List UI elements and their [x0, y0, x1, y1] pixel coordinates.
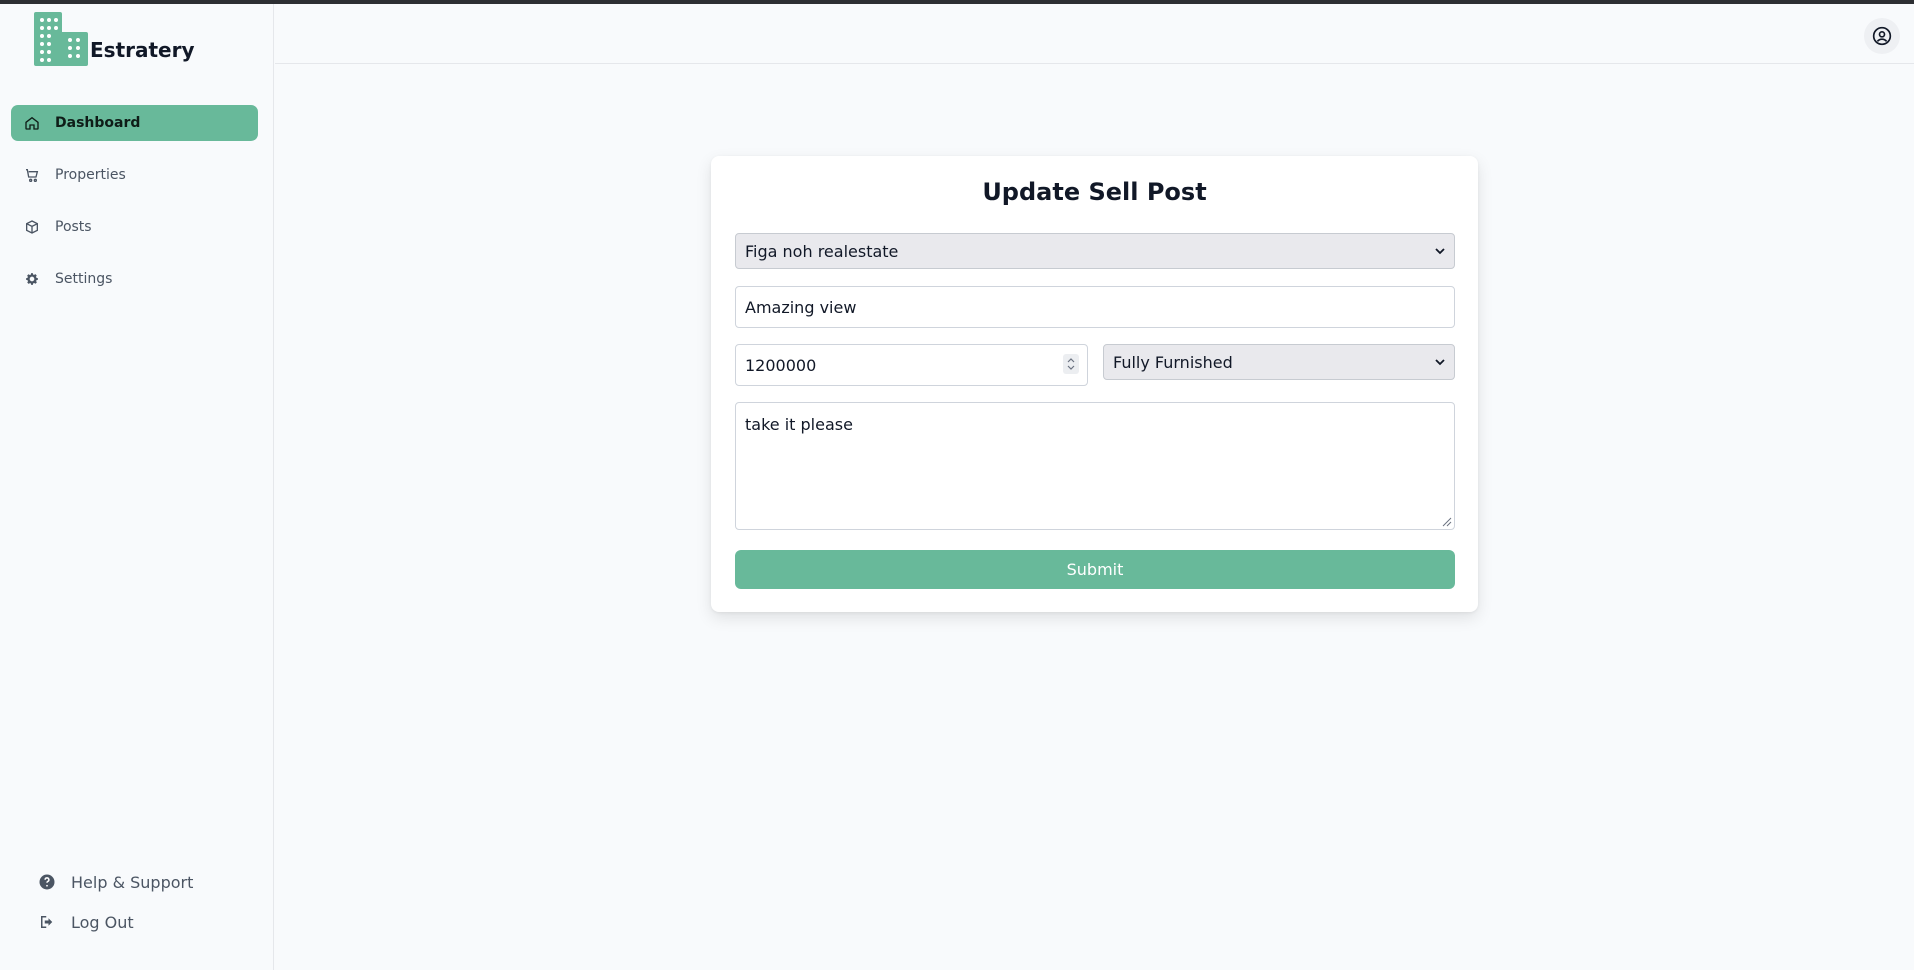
furnishing-select-value: Fully Furnished — [1113, 352, 1233, 372]
brand[interactable]: Estratery — [34, 6, 195, 66]
sidebar: Estratery Dashboard Properties Posts Set… — [0, 4, 274, 970]
home-icon — [24, 115, 40, 131]
help-support-label: Help & Support — [71, 872, 194, 892]
sidebar-bottom-nav: Help & Support Log Out — [38, 870, 193, 950]
description-value: take it please — [745, 415, 853, 434]
gear-icon — [24, 271, 40, 287]
price-input[interactable]: 1200000 — [735, 344, 1088, 386]
update-sell-post-card: Update Sell Post Figa noh realestate Ama… — [711, 156, 1478, 612]
question-circle-icon — [38, 873, 56, 891]
chevron-down-icon — [1435, 248, 1445, 255]
logout-label: Log Out — [71, 912, 134, 932]
post-title-value: Amazing view — [745, 297, 857, 317]
topbar — [275, 4, 1914, 64]
logout-icon — [38, 913, 56, 931]
spinner-arrows-icon — [1067, 358, 1075, 370]
user-circle-icon — [1872, 26, 1892, 46]
logout-link[interactable]: Log Out — [38, 910, 193, 934]
page-title: Update Sell Post — [982, 178, 1207, 206]
property-select[interactable]: Figa noh realestate — [735, 233, 1455, 269]
submit-button[interactable]: Submit — [735, 550, 1455, 589]
brand-name: Estratery — [90, 38, 195, 62]
chevron-down-icon — [1435, 359, 1445, 366]
building-logo-icon — [34, 12, 88, 66]
sidebar-item-label: Dashboard — [55, 115, 141, 131]
help-support-link[interactable]: Help & Support — [38, 870, 193, 894]
sidebar-item-label: Properties — [55, 167, 126, 183]
cart-icon — [24, 167, 40, 183]
sidebar-item-settings[interactable]: Settings — [11, 261, 258, 297]
sidebar-nav: Dashboard Properties Posts Settings — [11, 105, 258, 313]
profile-button[interactable] — [1864, 18, 1900, 54]
box-icon — [24, 219, 40, 235]
description-textarea[interactable]: take it please — [735, 402, 1455, 530]
resize-handle-icon[interactable] — [1442, 517, 1452, 527]
sidebar-item-label: Settings — [55, 271, 113, 287]
price-value: 1200000 — [745, 355, 817, 375]
sidebar-item-properties[interactable]: Properties — [11, 157, 258, 193]
furnishing-select[interactable]: Fully Furnished — [1103, 344, 1455, 380]
post-title-input[interactable]: Amazing view — [735, 286, 1455, 328]
sidebar-item-dashboard[interactable]: Dashboard — [11, 105, 258, 141]
property-select-value: Figa noh realestate — [745, 241, 899, 261]
sidebar-item-posts[interactable]: Posts — [11, 209, 258, 245]
number-spinner[interactable] — [1063, 354, 1079, 374]
sidebar-item-label: Posts — [55, 219, 92, 235]
